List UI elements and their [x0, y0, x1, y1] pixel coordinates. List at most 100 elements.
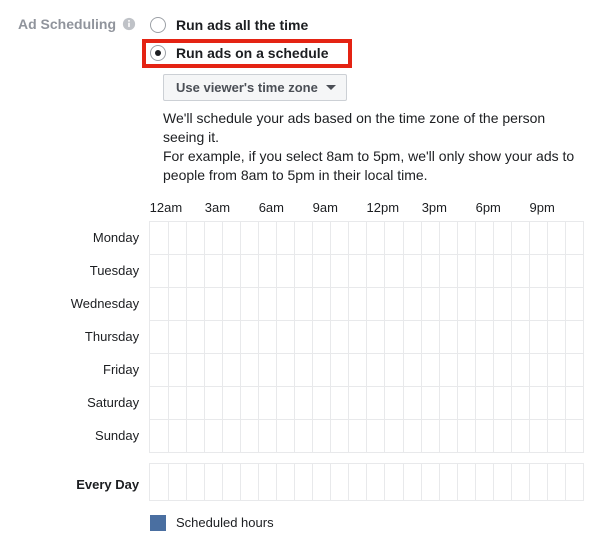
schedule-cell[interactable] [565, 320, 583, 353]
schedule-cell[interactable] [547, 221, 565, 254]
schedule-cell[interactable] [440, 287, 458, 320]
schedule-cell[interactable] [476, 320, 494, 353]
schedule-cell[interactable] [385, 254, 403, 287]
schedule-cell[interactable] [331, 353, 349, 386]
schedule-cell[interactable] [440, 419, 458, 452]
schedule-cell[interactable] [458, 419, 476, 452]
schedule-cell[interactable] [530, 353, 548, 386]
schedule-cell[interactable] [205, 419, 223, 452]
schedule-cell[interactable] [547, 287, 565, 320]
schedule-cell[interactable] [277, 463, 295, 500]
radio-run-on-schedule[interactable]: Run ads on a schedule [150, 42, 584, 64]
schedule-cell[interactable] [440, 320, 458, 353]
schedule-cell[interactable] [241, 386, 259, 419]
schedule-cell[interactable] [512, 353, 530, 386]
schedule-cell[interactable] [168, 254, 186, 287]
schedule-cell[interactable] [223, 419, 241, 452]
schedule-cell[interactable] [295, 419, 313, 452]
schedule-cell[interactable] [223, 320, 241, 353]
schedule-cell[interactable] [205, 221, 223, 254]
schedule-cell[interactable] [367, 320, 385, 353]
schedule-cell[interactable] [385, 386, 403, 419]
schedule-cell[interactable] [223, 254, 241, 287]
schedule-cell[interactable] [186, 320, 204, 353]
schedule-cell[interactable] [186, 463, 204, 500]
schedule-cell[interactable] [259, 320, 277, 353]
schedule-cell[interactable] [277, 353, 295, 386]
schedule-cell[interactable] [565, 221, 583, 254]
schedule-cell[interactable] [295, 221, 313, 254]
schedule-cell[interactable] [277, 221, 295, 254]
schedule-cell[interactable] [223, 221, 241, 254]
schedule-cell[interactable] [168, 287, 186, 320]
schedule-cell[interactable] [385, 221, 403, 254]
info-icon[interactable] [122, 17, 136, 31]
schedule-cell[interactable] [547, 353, 565, 386]
schedule-cell[interactable] [422, 320, 440, 353]
schedule-cell[interactable] [367, 386, 385, 419]
schedule-cell[interactable] [422, 287, 440, 320]
schedule-cell[interactable] [512, 463, 530, 500]
schedule-cell[interactable] [313, 287, 331, 320]
schedule-cell[interactable] [331, 287, 349, 320]
schedule-cell[interactable] [458, 386, 476, 419]
schedule-cell[interactable] [476, 221, 494, 254]
schedule-cell[interactable] [494, 221, 512, 254]
schedule-cell[interactable] [403, 419, 421, 452]
schedule-cell[interactable] [422, 419, 440, 452]
schedule-cell[interactable] [168, 463, 186, 500]
schedule-cell[interactable] [367, 463, 385, 500]
schedule-cell[interactable] [168, 320, 186, 353]
radio-run-all-time[interactable]: Run ads all the time [150, 14, 584, 36]
schedule-cell[interactable] [422, 221, 440, 254]
schedule-cell[interactable] [259, 463, 277, 500]
schedule-cell[interactable] [205, 386, 223, 419]
schedule-cell[interactable] [565, 254, 583, 287]
schedule-cell[interactable] [186, 287, 204, 320]
schedule-cell[interactable] [186, 353, 204, 386]
schedule-cell[interactable] [403, 386, 421, 419]
schedule-cell[interactable] [205, 463, 223, 500]
schedule-cell[interactable] [422, 463, 440, 500]
schedule-cell[interactable] [331, 254, 349, 287]
schedule-cell[interactable] [150, 221, 168, 254]
schedule-cell[interactable] [331, 320, 349, 353]
schedule-cell[interactable] [295, 463, 313, 500]
schedule-cell[interactable] [385, 463, 403, 500]
schedule-cell[interactable] [494, 419, 512, 452]
schedule-cell[interactable] [331, 221, 349, 254]
schedule-cell[interactable] [530, 386, 548, 419]
schedule-cell[interactable] [349, 353, 367, 386]
schedule-cell[interactable] [259, 386, 277, 419]
schedule-cell[interactable] [186, 386, 204, 419]
schedule-cell[interactable] [277, 386, 295, 419]
schedule-cell[interactable] [476, 386, 494, 419]
schedule-cell[interactable] [150, 353, 168, 386]
schedule-cell[interactable] [313, 463, 331, 500]
schedule-cell[interactable] [530, 419, 548, 452]
schedule-cell[interactable] [367, 221, 385, 254]
schedule-cell[interactable] [313, 386, 331, 419]
schedule-cell[interactable] [295, 353, 313, 386]
schedule-cell[interactable] [403, 254, 421, 287]
schedule-cell[interactable] [223, 287, 241, 320]
schedule-cell[interactable] [440, 463, 458, 500]
schedule-cell[interactable] [440, 386, 458, 419]
schedule-cell[interactable] [367, 419, 385, 452]
schedule-cell[interactable] [241, 320, 259, 353]
schedule-cell[interactable] [458, 287, 476, 320]
schedule-cell[interactable] [168, 386, 186, 419]
schedule-cell[interactable] [530, 254, 548, 287]
schedule-cell[interactable] [259, 353, 277, 386]
schedule-cell[interactable] [349, 386, 367, 419]
schedule-cell[interactable] [295, 287, 313, 320]
schedule-cell[interactable] [349, 287, 367, 320]
schedule-cell[interactable] [295, 320, 313, 353]
timezone-dropdown[interactable]: Use viewer's time zone [163, 74, 347, 101]
schedule-cell[interactable] [440, 353, 458, 386]
schedule-cell[interactable] [530, 320, 548, 353]
schedule-cell[interactable] [277, 254, 295, 287]
schedule-cell[interactable] [186, 419, 204, 452]
schedule-cell[interactable] [547, 463, 565, 500]
schedule-cell[interactable] [331, 463, 349, 500]
